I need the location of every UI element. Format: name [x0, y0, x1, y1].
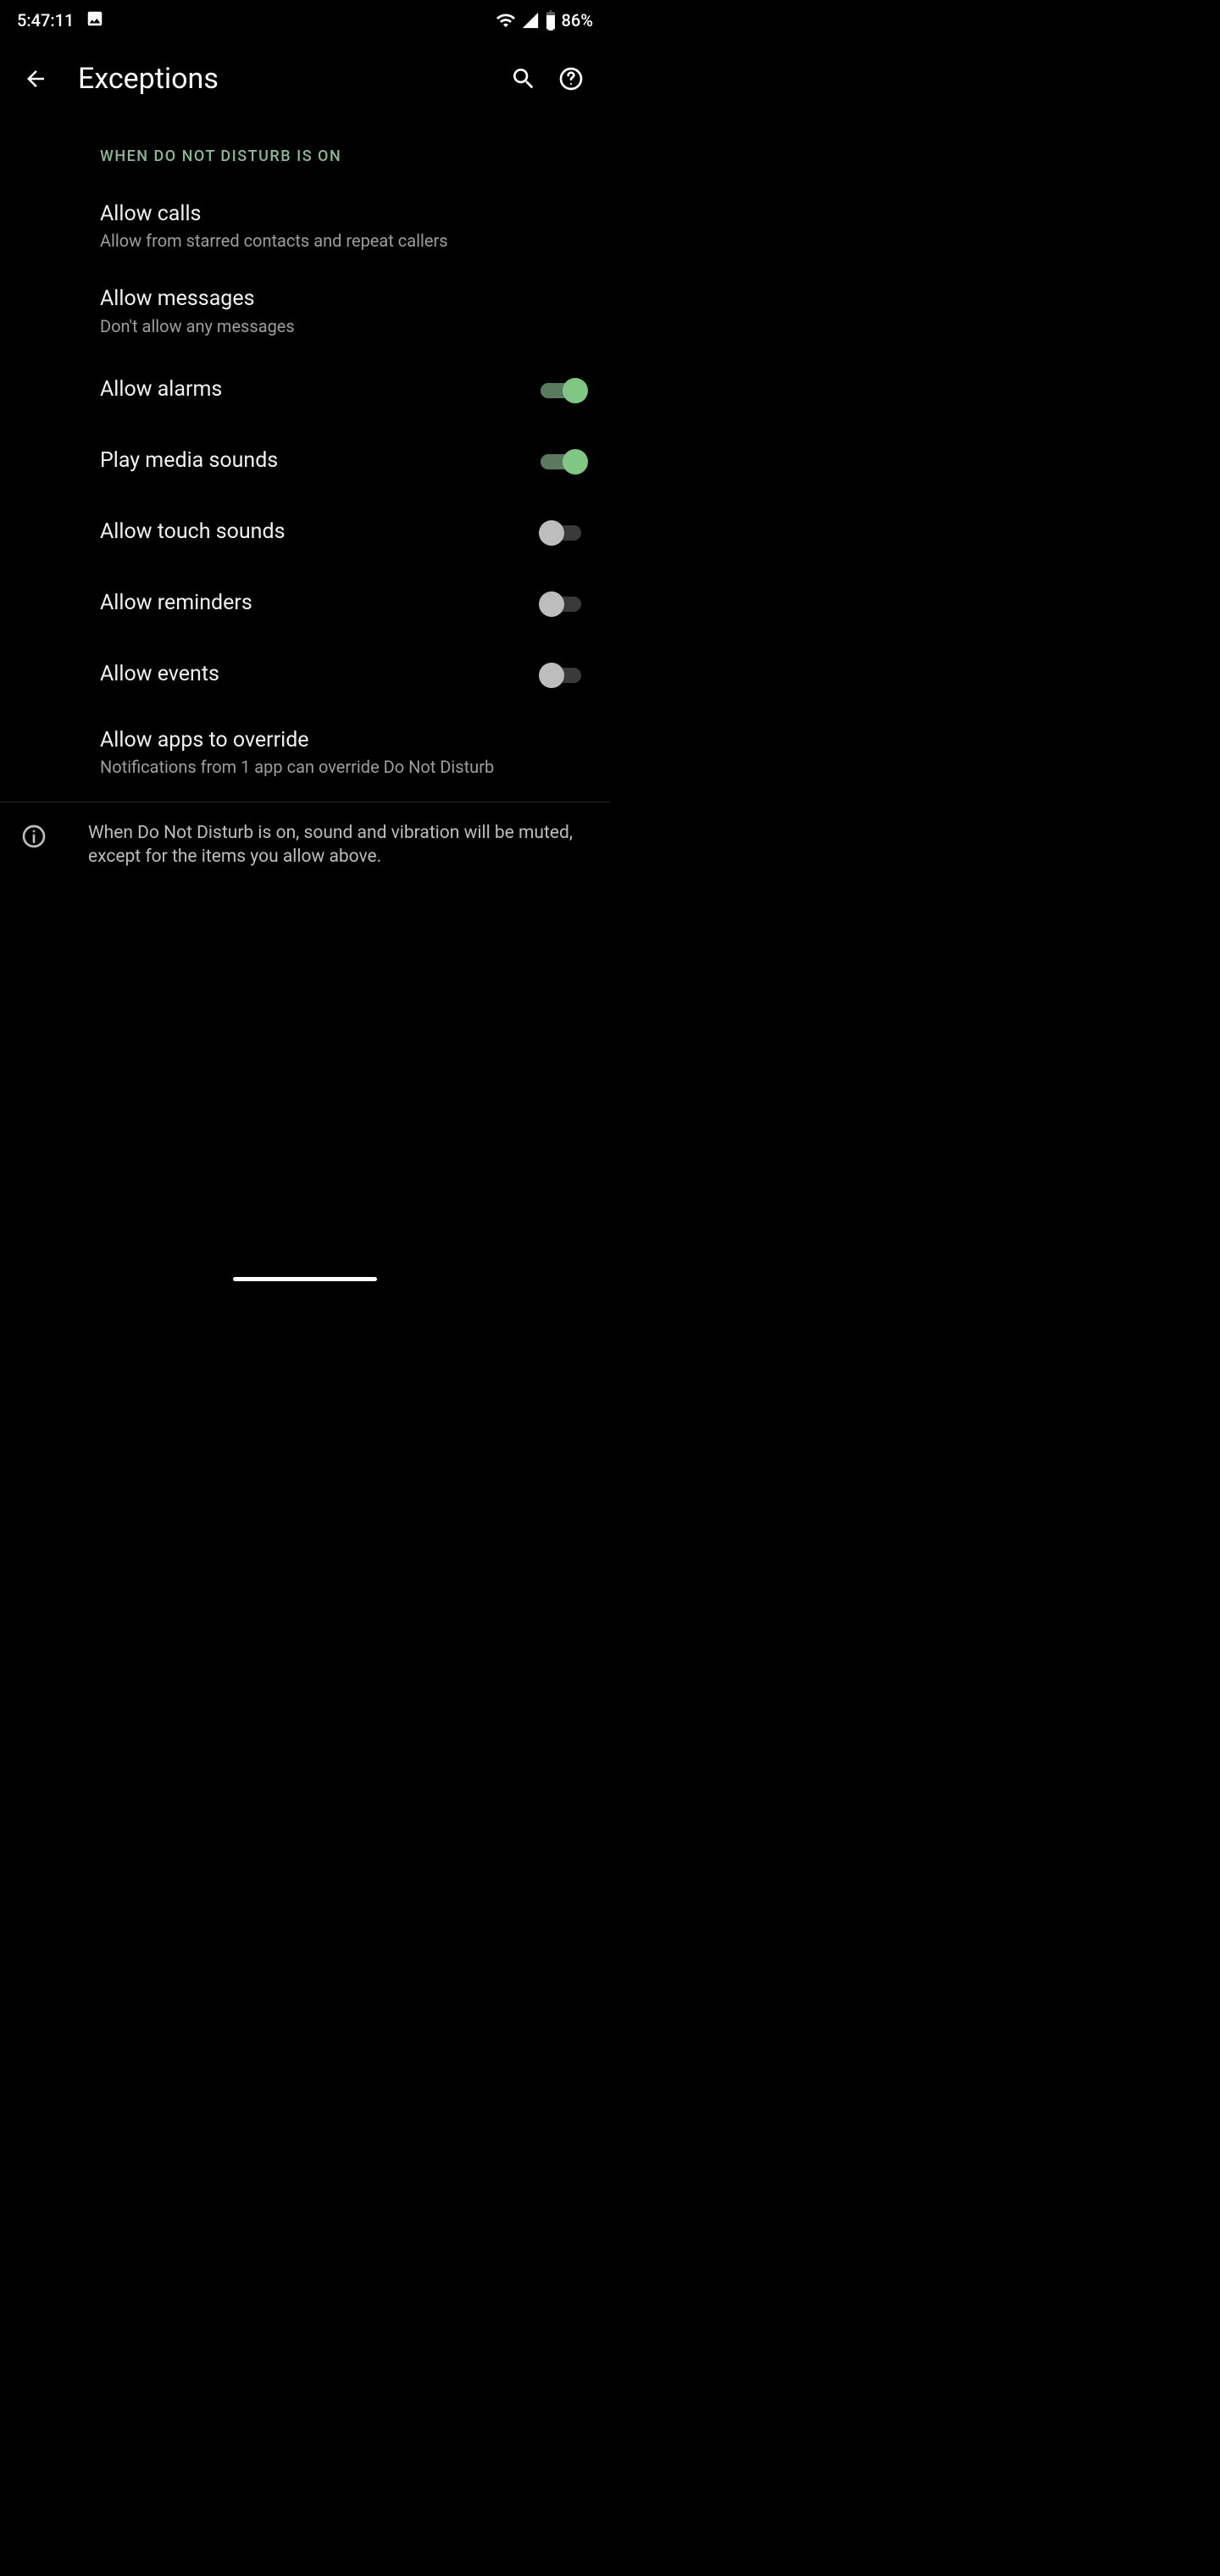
- battery-icon: [545, 10, 557, 31]
- search-icon: [510, 65, 537, 92]
- pref-summary: Notifications from 1 app can override Do…: [100, 757, 588, 778]
- wifi-icon: [496, 10, 516, 31]
- toggle-play-media-sounds[interactable]: [541, 449, 588, 473]
- battery-percent: 86%: [562, 10, 593, 31]
- search-button[interactable]: [500, 55, 547, 103]
- pref-allow-touch-sounds[interactable]: Allow touch sounds: [0, 497, 610, 568]
- pref-allow-alarms[interactable]: Allow alarms: [0, 354, 610, 425]
- pref-summary: Don't allow any messages: [100, 316, 588, 337]
- status-bar: 5:47:11 86%: [0, 0, 610, 41]
- toggle-allow-alarms[interactable]: [541, 378, 588, 402]
- pref-allow-messages[interactable]: Allow messages Don't allow any messages: [0, 269, 610, 353]
- pref-title: Allow calls: [100, 201, 588, 227]
- toggle-allow-events[interactable]: [541, 663, 588, 686]
- pref-title: Allow touch sounds: [100, 519, 541, 545]
- pref-play-media-sounds[interactable]: Play media sounds: [0, 425, 610, 497]
- pref-title: Allow reminders: [100, 590, 541, 616]
- help-icon: [557, 65, 585, 92]
- pref-allow-calls[interactable]: Allow calls Allow from starred contacts …: [0, 184, 610, 269]
- info-icon: [20, 823, 47, 850]
- section-header: WHEN DO NOT DISTURB IS ON: [0, 147, 610, 165]
- pref-title: Allow events: [100, 661, 541, 687]
- pref-summary: Allow from starred contacts and repeat c…: [100, 230, 588, 252]
- arrow-back-icon: [23, 66, 48, 92]
- screenshot-indicator-icon: [86, 9, 104, 32]
- toggle-allow-touch-sounds[interactable]: [541, 520, 588, 544]
- pref-title: Allow apps to override: [100, 727, 588, 753]
- status-time: 5:47:11: [17, 10, 74, 31]
- pref-title: Allow alarms: [100, 376, 541, 402]
- cellular-signal-icon: [521, 11, 540, 30]
- help-button[interactable]: [547, 55, 595, 103]
- app-bar: Exceptions: [0, 41, 610, 117]
- pref-title: Play media sounds: [100, 447, 541, 474]
- toggle-allow-reminders[interactable]: [541, 591, 588, 615]
- pref-allow-reminders[interactable]: Allow reminders: [0, 568, 610, 639]
- info-text: When Do Not Disturb is on, sound and vib…: [88, 821, 588, 869]
- back-button[interactable]: [15, 58, 56, 99]
- pref-title: Allow messages: [100, 286, 588, 312]
- gesture-nav-bar[interactable]: [233, 1277, 377, 1281]
- settings-list: WHEN DO NOT DISTURB IS ON Allow calls Al…: [0, 117, 610, 869]
- pref-allow-apps-override[interactable]: Allow apps to override Notifications fro…: [0, 710, 610, 795]
- info-note: When Do Not Disturb is on, sound and vib…: [0, 802, 610, 869]
- page-title: Exceptions: [78, 62, 500, 96]
- pref-allow-events[interactable]: Allow events: [0, 639, 610, 710]
